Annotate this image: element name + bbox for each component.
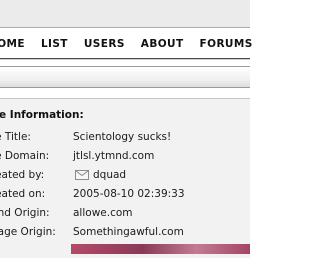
info-row-title: te Title: Scientology sucks!: [0, 131, 250, 149]
info-value-title: Scientology sucks!: [73, 131, 172, 143]
info-label-domain: te Domain:: [0, 150, 50, 162]
info-row-created-on: reated on: 2005-08-10 02:39:33: [0, 188, 250, 206]
search-bar-strip: [0, 66, 250, 88]
info-label-creator: reated by:: [0, 169, 45, 181]
nav-forums[interactable]: FORUMS: [200, 38, 253, 50]
nav-list[interactable]: LIST: [41, 38, 68, 50]
info-row-creator: reated by: dquad: [0, 169, 250, 187]
info-label-created-on: reated on:: [0, 188, 46, 200]
info-row-domain: te Domain: jtlsl.ytmnd.com: [0, 150, 250, 168]
info-value-sound-origin[interactable]: allowe.com: [73, 207, 133, 219]
info-label-image-origin: nage Origin:: [0, 226, 56, 238]
envelope-icon[interactable]: [75, 170, 89, 180]
info-label-sound-origin: und Origin:: [0, 207, 50, 219]
info-value-creator: dquad: [71, 169, 126, 181]
nav-about[interactable]: ABOUT: [141, 38, 184, 50]
info-value-created-on: 2005-08-10 02:39:33: [73, 188, 185, 200]
info-value-domain[interactable]: jtlsl.ytmnd.com: [73, 150, 154, 162]
top-banner: [0, 0, 250, 28]
main-nav: HOME LIST USERS ABOUT FORUMS: [0, 27, 253, 59]
site-info-heading: te Information:: [0, 109, 84, 121]
creator-username-link[interactable]: dquad: [93, 169, 126, 181]
nav-home[interactable]: HOME: [0, 38, 25, 50]
info-value-image-origin[interactable]: Somethingawful.com: [73, 226, 184, 238]
info-row-image-origin: nage Origin: Somethingawful.com: [0, 226, 250, 244]
nav-users[interactable]: USERS: [84, 38, 125, 50]
info-label-title: te Title:: [0, 131, 31, 143]
info-row-sound-origin: und Origin: allowe.com: [0, 207, 250, 225]
site-thumbnail-image[interactable]: [71, 244, 250, 254]
